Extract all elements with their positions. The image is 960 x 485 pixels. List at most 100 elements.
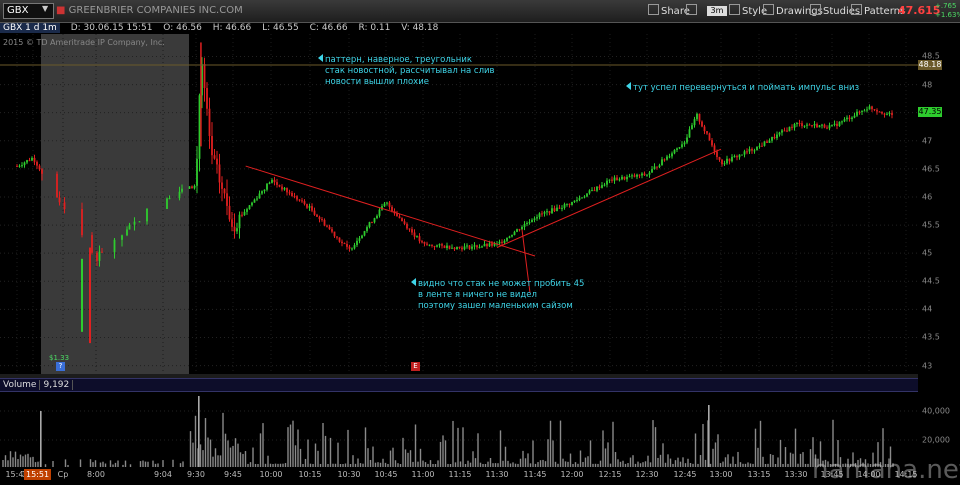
volume-bar	[114, 462, 117, 467]
candle-body	[386, 202, 388, 204]
earnings-icon[interactable]: E	[411, 362, 420, 371]
annotation-level45[interactable]: видно что стак не может пробить 45 в лен…	[411, 278, 584, 312]
volume-chart[interactable]	[0, 391, 918, 467]
volume-bar	[762, 456, 764, 467]
candle-body	[291, 192, 293, 197]
volume-bar	[462, 427, 464, 467]
annotation-level45-line1: видно что стак не может пробить 45	[411, 278, 584, 290]
volume-bar	[367, 448, 369, 467]
candle-body	[583, 196, 586, 198]
candle-body	[601, 185, 603, 188]
toolbar: GBX ▼ ■ GREENBRIER COMPANIES INC.COM Sha…	[0, 0, 960, 23]
candle-body	[313, 210, 316, 215]
annotation-reversal[interactable]: тут успел перевернуться и поймать импуль…	[626, 82, 859, 94]
style-button[interactable]: Style	[729, 4, 767, 18]
volume-bar	[362, 463, 364, 467]
note-text: видно что стак не может пробить 45	[418, 279, 585, 289]
candle-body	[876, 110, 878, 112]
symbol-dropdown-icon[interactable]: ▼	[42, 4, 48, 13]
volume-bar	[212, 456, 214, 467]
volume-bar	[122, 464, 124, 467]
candle-body	[631, 175, 633, 177]
candle-body	[391, 206, 393, 212]
candle-body	[693, 119, 696, 126]
candle-body	[531, 219, 533, 223]
candle-body	[588, 190, 591, 194]
timeframe-badge[interactable]: 3m	[707, 6, 727, 16]
volume-bar	[582, 461, 584, 467]
volume-bar	[464, 464, 467, 467]
volume-bar	[302, 463, 304, 467]
volume-label[interactable]: Volume	[0, 380, 41, 390]
volume-bar	[659, 454, 662, 467]
arrow-icon	[626, 82, 631, 90]
link-button[interactable]	[686, 4, 699, 18]
candle-body	[276, 182, 278, 185]
volume-bar	[719, 463, 722, 467]
candle-body	[263, 189, 266, 192]
volume-bar	[389, 450, 392, 467]
volume-bar	[684, 463, 687, 467]
candle-body	[463, 246, 466, 250]
volume-bar	[747, 462, 749, 467]
candle-body	[828, 125, 831, 129]
time-tick-label: 11:30	[485, 470, 509, 479]
candle-body	[308, 206, 311, 208]
volume-bar	[414, 424, 417, 467]
volume-bar	[657, 457, 659, 467]
candle-body	[221, 182, 223, 189]
volume-bar	[344, 463, 347, 467]
volume-bar	[737, 451, 739, 467]
share-button[interactable]: Share	[648, 4, 690, 18]
time-axis[interactable]: 15:4515:51Cp8:009:049:309:4510:0010:1510…	[0, 468, 918, 481]
candle-body	[461, 247, 463, 250]
volume-bar	[282, 463, 284, 467]
volume-bar	[172, 459, 174, 467]
candle-body	[608, 179, 611, 181]
volume-bar	[467, 460, 469, 467]
dividend-icon[interactable]: ?	[56, 362, 65, 371]
volume-bar	[477, 433, 479, 467]
volume-bar	[672, 463, 674, 467]
volume-bar	[152, 460, 154, 467]
candle-body	[748, 149, 751, 152]
volume-bar	[804, 463, 807, 467]
volume-bar	[769, 454, 772, 467]
volume-bar	[289, 424, 292, 467]
candle-body	[296, 196, 298, 200]
study-label[interactable]: GBX 1 d 1m	[0, 23, 60, 33]
candle-body	[686, 137, 688, 143]
volume-bar	[649, 462, 652, 467]
annotation-triangle[interactable]: паттерн, наверное, треугольник стак ново…	[318, 54, 495, 88]
candle-body	[766, 141, 768, 143]
date-readout: D: 30.06.15 15:51	[70, 23, 153, 33]
time-tick-label: 9:30	[187, 470, 205, 479]
candle-body	[666, 156, 668, 160]
candle-body	[781, 130, 783, 133]
candle-body	[361, 235, 363, 239]
volume-bar	[489, 457, 492, 467]
candle-body	[218, 164, 221, 183]
candle-body	[286, 187, 288, 193]
candle-body	[371, 222, 373, 224]
volume-spike	[198, 396, 200, 467]
price-axis[interactable]: 48.54847.54746.54645.54544.54443.543 48.…	[918, 34, 960, 374]
volume-bar	[697, 463, 699, 467]
candle-body	[261, 191, 263, 194]
volume-bar	[739, 462, 742, 467]
volume-bar	[642, 462, 644, 467]
candle-body	[843, 119, 846, 122]
candle-body	[816, 124, 818, 128]
volume-bar	[677, 457, 679, 467]
volume-bar	[404, 449, 407, 467]
volume-bar	[507, 460, 509, 467]
volume-bar	[692, 463, 694, 467]
volume-bar	[572, 463, 574, 467]
candle-body	[413, 232, 416, 237]
candle-body	[868, 106, 871, 110]
candle-body	[428, 244, 431, 246]
volume-bar	[262, 423, 264, 467]
volume-bar	[89, 459, 92, 467]
candle-body	[758, 145, 761, 147]
volume-bar	[147, 461, 149, 467]
